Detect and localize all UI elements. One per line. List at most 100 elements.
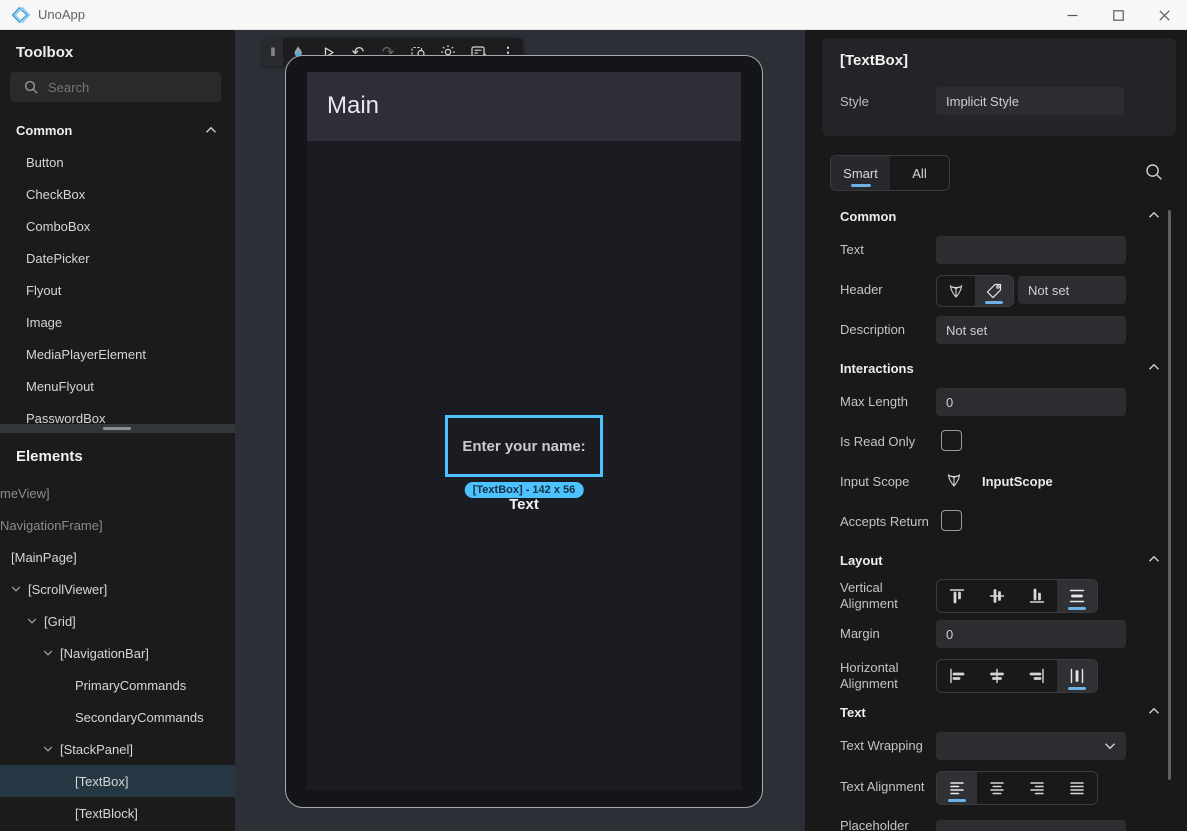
title-bar: UnoApp	[0, 0, 1187, 30]
app-window: UnoApp Toolbox Common B	[0, 0, 1187, 831]
text-align-justify-icon[interactable]	[1057, 772, 1097, 804]
canvas-textbox-selected[interactable]: Enter your name:	[445, 415, 603, 477]
section-text-title[interactable]: Text	[840, 705, 866, 720]
property-search-icon[interactable]	[1145, 163, 1163, 181]
is-read-only-label: Is Read Only	[840, 434, 915, 449]
text-wrapping-select[interactable]	[936, 732, 1126, 760]
toolbox-search[interactable]	[10, 72, 221, 102]
align-bottom-icon[interactable]	[1017, 580, 1057, 612]
chevron-down-icon	[1104, 742, 1116, 750]
tree-item-mainpage[interactable]: [MainPage]	[0, 541, 235, 573]
navigation-bar[interactable]: Main	[307, 72, 741, 141]
header-property-label: Header	[840, 282, 883, 297]
max-length-label: Max Length	[840, 394, 908, 409]
binding-icon[interactable]	[945, 471, 963, 489]
inspector-scrollbar[interactable]	[1168, 210, 1171, 780]
property-tabs: Smart All	[830, 155, 950, 191]
toolbox-item-mediaplayerelement[interactable]: MediaPlayerElement	[0, 339, 235, 371]
toolbox-item-image[interactable]: Image	[0, 307, 235, 339]
binding-icon[interactable]	[937, 276, 975, 306]
app-title: UnoApp	[38, 7, 85, 22]
text-align-center-icon[interactable]	[977, 772, 1017, 804]
text-property-label: Text	[840, 242, 864, 257]
placeholder-input[interactable]	[936, 820, 1126, 831]
design-canvas[interactable]: ‖ ↶ ↷	[235, 30, 805, 831]
chevron-down-icon[interactable]	[43, 745, 53, 753]
toolbox-item-flyout[interactable]: Flyout	[0, 275, 235, 307]
chevron-down-icon[interactable]	[11, 585, 21, 593]
align-center-horizontal-icon[interactable]	[977, 660, 1017, 692]
text-property-input[interactable]	[936, 236, 1126, 264]
input-scope-value[interactable]: InputScope	[982, 474, 1053, 489]
uno-logo-icon	[12, 6, 30, 24]
stretch-horizontal-icon[interactable]	[1057, 660, 1097, 692]
chevron-up-icon[interactable]	[1148, 555, 1160, 563]
align-left-icon[interactable]	[937, 660, 977, 692]
tree-item-grid[interactable]: [Grid]	[0, 605, 235, 637]
description-label: Description	[840, 322, 905, 337]
device-screen[interactable]: Main Enter your name: [TextBox] - 142 x …	[307, 72, 741, 790]
text-align-left-icon[interactable]	[937, 772, 977, 804]
toolbox-item-list: Button CheckBox ComboBox DatePicker Flyo…	[0, 147, 235, 435]
elements-title: Elements	[16, 448, 83, 465]
horizontal-alignment-label: Horizontal Alignment	[840, 660, 912, 692]
toolbox-item-datepicker[interactable]: DatePicker	[0, 243, 235, 275]
margin-label: Margin	[840, 626, 880, 641]
tree-item-textbox-selected[interactable]: [TextBox]	[0, 765, 235, 797]
chevron-up-icon[interactable]	[1148, 211, 1160, 219]
textbox-text: Enter your name:	[462, 438, 585, 455]
vertical-alignment-label: Vertical Alignment	[840, 580, 912, 612]
tree-item-scrollviewer[interactable]: [ScrollViewer]	[0, 573, 235, 605]
description-value-field[interactable]: Not set	[936, 316, 1126, 344]
text-align-right-icon[interactable]	[1017, 772, 1057, 804]
toolbox-item-combobox[interactable]: ComboBox	[0, 211, 235, 243]
tree-item-primarycommands[interactable]: PrimaryCommands	[0, 669, 235, 701]
tree-item-navigationframe[interactable]: NavigationFrame]	[0, 509, 235, 541]
chevron-up-icon[interactable]	[1148, 363, 1160, 371]
section-interactions-title[interactable]: Interactions	[840, 361, 914, 376]
is-read-only-checkbox[interactable]	[941, 430, 962, 451]
text-wrapping-label: Text Wrapping	[840, 738, 923, 753]
toolbox-item-checkbox[interactable]: CheckBox	[0, 179, 235, 211]
tree-item-frameview[interactable]: meView]	[0, 477, 235, 509]
chevron-up-icon[interactable]	[1148, 707, 1160, 715]
style-value-field[interactable]: Implicit Style	[936, 87, 1124, 115]
close-button[interactable]	[1141, 0, 1187, 30]
toolbox-item-menuflyout[interactable]: MenuFlyout	[0, 371, 235, 403]
search-input[interactable]	[48, 80, 198, 95]
toolbox-section-common[interactable]: Common	[16, 123, 72, 138]
tree-item-stackpanel[interactable]: [StackPanel]	[0, 733, 235, 765]
max-length-input[interactable]: 0	[936, 388, 1126, 416]
toolbox-horizontal-scrollbar[interactable]	[0, 424, 235, 433]
tree-item-secondarycommands[interactable]: SecondaryCommands	[0, 701, 235, 733]
align-right-icon[interactable]	[1017, 660, 1057, 692]
maximize-button[interactable]	[1095, 0, 1141, 30]
tab-all[interactable]: All	[890, 156, 949, 190]
header-mode-toggle	[936, 275, 1014, 307]
toolbox-title: Toolbox	[16, 44, 73, 61]
stretch-vertical-icon[interactable]	[1057, 580, 1097, 612]
chevron-down-icon[interactable]	[43, 649, 53, 657]
section-layout-title[interactable]: Layout	[840, 553, 883, 568]
tab-smart[interactable]: Smart	[831, 156, 890, 190]
align-top-icon[interactable]	[937, 580, 977, 612]
chevron-down-icon[interactable]	[27, 617, 37, 625]
tree-item-navigationbar[interactable]: [NavigationBar]	[0, 637, 235, 669]
accepts-return-checkbox[interactable]	[941, 510, 962, 531]
tag-icon[interactable]	[975, 276, 1013, 306]
text-alignment-group	[936, 771, 1098, 805]
minimize-button[interactable]	[1049, 0, 1095, 30]
toolbox-item-button[interactable]: Button	[0, 147, 235, 179]
header-value-field[interactable]: Not set	[1018, 276, 1126, 304]
property-inspector: [TextBox] Style Implicit Style Smart All…	[805, 30, 1187, 831]
toolbar-drag-handle[interactable]: ‖	[263, 38, 283, 66]
chevron-up-icon[interactable]	[205, 126, 217, 134]
section-common-title[interactable]: Common	[840, 209, 896, 224]
vertical-alignment-group	[936, 579, 1098, 613]
margin-input[interactable]: 0	[936, 620, 1126, 648]
align-center-vertical-icon[interactable]	[977, 580, 1017, 612]
accepts-return-label: Accepts Return	[840, 514, 929, 529]
selected-element-title: [TextBox]	[840, 52, 908, 69]
tree-item-textblock[interactable]: [TextBlock]	[0, 797, 235, 829]
canvas-textblock[interactable]: Text	[307, 496, 741, 513]
